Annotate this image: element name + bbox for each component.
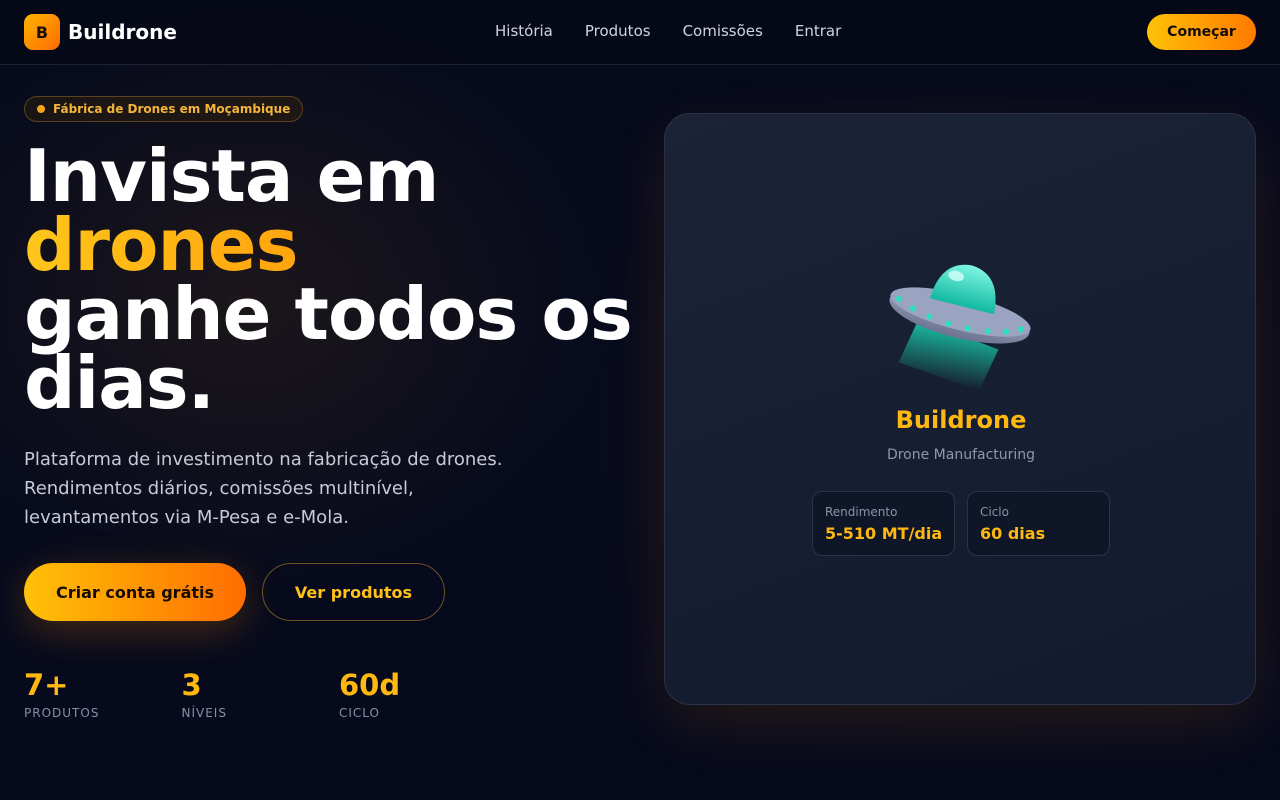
stat-value: 60d	[339, 668, 401, 702]
stat-value: 3	[181, 668, 202, 702]
nav-link-historia[interactable]: História	[495, 22, 553, 40]
product-card: Buildrone Drone Manufacturing Rendimento…	[664, 113, 1256, 705]
metric-rendimento: Rendimento 5-510 MT/dia	[812, 491, 955, 556]
badge-dot-icon	[37, 105, 45, 113]
stat-label: CICLO	[339, 706, 380, 720]
logo-mark-icon: B	[24, 14, 60, 50]
metric-value: 5-510 MT/dia	[825, 524, 943, 543]
headline-line-3: ganhe todos os	[24, 272, 633, 356]
stat-produtos: 7+ PRODUTOS	[24, 668, 182, 720]
comecar-button[interactable]: Começar	[1147, 14, 1256, 50]
headline-line-1: Invista em	[24, 134, 439, 218]
card-subtitle: Drone Manufacturing	[886, 447, 1036, 463]
create-account-button[interactable]: Criar conta grátis	[24, 563, 246, 621]
stat-value: 7+	[24, 668, 69, 702]
headline-line-4: dias.	[24, 341, 215, 425]
stat-label: PRODUTOS	[24, 706, 100, 720]
top-header: B Buildrone História Produtos Comissões …	[0, 0, 1280, 65]
nav-link-produtos[interactable]: Produtos	[585, 22, 651, 40]
location-badge: Fábrica de Drones em Moçambique	[24, 96, 304, 122]
nav-link-comissoes[interactable]: Comissões	[683, 22, 763, 40]
stat-label: NÍVEIS	[181, 706, 227, 720]
hero-stats: 7+ PRODUTOS 3 NÍVEIS 60d CICLO	[24, 668, 497, 720]
main-nav: História Produtos Comissões Entrar	[495, 22, 873, 40]
view-products-button[interactable]: Ver produtos	[262, 563, 445, 621]
hero-headline: Invista em drones ganhe todos os dias.	[24, 134, 644, 425]
nav-link-entrar[interactable]: Entrar	[795, 22, 841, 40]
metric-value: 60 dias	[980, 524, 1046, 543]
metric-label: Rendimento	[825, 505, 898, 519]
stat-niveis: 3 NÍVEIS	[182, 668, 340, 720]
card-title: Buildrone	[895, 406, 1027, 434]
metric-ciclo: Ciclo 60 dias	[967, 491, 1110, 556]
hero-description: Plataforma de investimento na fabricação…	[24, 449, 503, 528]
badge-text: Fábrica de Drones em Moçambique	[53, 102, 291, 116]
brand-name: Buildrone	[68, 20, 177, 44]
brand-logo[interactable]: B Buildrone	[24, 14, 177, 50]
ufo-icon	[889, 264, 1031, 389]
metric-label: Ciclo	[980, 505, 1009, 519]
headline-accent: drones	[24, 209, 644, 281]
stat-ciclo: 60d CICLO	[339, 668, 497, 720]
